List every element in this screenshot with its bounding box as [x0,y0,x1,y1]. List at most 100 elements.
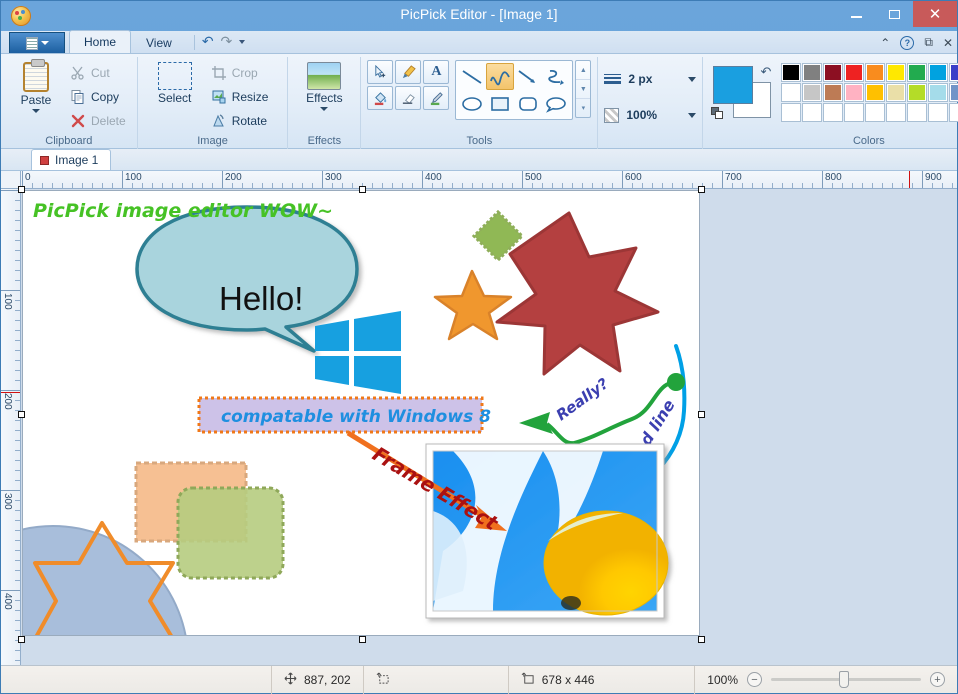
expand-gallery-icon[interactable]: ▾ [576,99,590,117]
color-swatch-r3-c7[interactable] [907,103,927,122]
scribble-arrow-shape[interactable] [542,63,570,90]
zoom-slider[interactable] [771,678,921,681]
color-swatch-r3-c8[interactable] [928,103,948,122]
opacity-control[interactable]: 100% [604,101,696,129]
arrow-shape[interactable] [514,63,542,90]
cut-button[interactable]: Cut [65,62,131,84]
color-picker-tool[interactable] [423,86,449,110]
minimize-ribbon-icon[interactable]: ⌃ [880,36,890,50]
zoom-slider-thumb[interactable] [839,671,849,688]
color-swatch-r2-c3[interactable] [823,83,843,102]
resize-handle-s[interactable] [359,636,366,643]
tab-home[interactable]: Home [69,30,131,53]
color-swatch-r2-c4[interactable] [844,83,864,102]
color-swatch-r2-c1[interactable] [781,83,801,102]
reset-colors-icon[interactable] [711,107,724,120]
color-swatch-r1-c8[interactable] [928,63,948,82]
color-swatch-r3-c3[interactable] [823,103,843,122]
color-swatch-r3-c4[interactable] [844,103,864,122]
restore-window-icon[interactable]: ⧉ [924,35,933,50]
document-tabstrip: Image 1 [1,149,957,171]
resize-handle-sw[interactable] [18,636,25,643]
redo-icon[interactable]: ↷ [221,33,233,50]
rotate-button[interactable]: Rotate [206,110,282,132]
zoom-out-button[interactable]: − [747,672,762,687]
fill-bucket-tool[interactable] [367,86,393,110]
chevron-down-icon[interactable] [688,77,696,82]
curve-shape[interactable] [486,63,514,90]
tab-view[interactable]: View [131,31,187,53]
color-swatch-r2-c6[interactable] [886,83,906,102]
color-swatch-r3-c2[interactable] [802,103,822,122]
chevron-down-icon[interactable] [32,109,40,113]
zoom-in-button[interactable]: + [930,672,945,687]
select-button[interactable]: Select [144,60,206,105]
minimize-button[interactable] [837,1,875,27]
file-menu-button[interactable] [9,32,65,53]
line-shape[interactable] [458,63,486,90]
chevron-down-icon[interactable] [688,113,696,118]
color-swatch-r2-c2[interactable] [802,83,822,102]
copy-button[interactable]: Copy [65,86,131,108]
resize-handle-w[interactable] [18,411,25,418]
window-title: PicPick Editor - [Image 1] [1,6,957,22]
color-swatch-r3-c5[interactable] [865,103,885,122]
document-tab-image1[interactable]: Image 1 [31,149,111,170]
color-swatch-r1-c4[interactable] [844,63,864,82]
maximize-button[interactable] [875,1,913,27]
delete-button[interactable]: Delete [65,110,131,132]
color-swatch-r1-c7[interactable] [907,63,927,82]
resize-handle-n[interactable] [359,186,366,193]
scroll-up-icon[interactable]: ▲ [576,61,590,80]
select-cursor-tool[interactable] [367,60,393,84]
effects-button[interactable]: Effects [294,60,354,111]
resize-handle-ne[interactable] [698,186,705,193]
color-swatch-r1-c9[interactable] [949,63,958,82]
close-document-icon[interactable]: ✕ [943,36,953,50]
close-button[interactable]: ✕ [913,1,957,27]
ruler-tick-minor [802,183,803,188]
rectangle-shape[interactable] [486,90,514,117]
color-swatch-r2-c5[interactable] [865,83,885,102]
scroll-down-icon[interactable]: ▼ [576,80,590,99]
resize-handle-nw[interactable] [18,186,25,193]
ellipse-shape[interactable] [458,90,486,117]
brush-tool[interactable] [395,60,421,84]
color-swatch-r2-c9[interactable] [949,83,958,102]
resize-handle-e[interactable] [698,411,705,418]
rounded-rectangle-shape[interactable] [514,90,542,117]
color-swatch-r1-c5[interactable] [865,63,885,82]
color-swatch-r1-c3[interactable] [823,63,843,82]
color-swatch-r1-c2[interactable] [802,63,822,82]
resize-handle-se[interactable] [698,636,705,643]
color-swatch-r3-c9[interactable] [949,103,958,122]
green-endpoint [667,373,685,391]
line-width-control[interactable]: 2 px [604,65,696,93]
eraser-tool[interactable] [395,86,421,110]
help-icon[interactable]: ? [900,36,914,50]
vertical-ruler[interactable]: 100200300400 [1,189,21,666]
color-swatch-r3-c1[interactable] [781,103,801,122]
foreground-color-swatch[interactable] [713,66,753,104]
chevron-down-icon[interactable] [239,40,245,44]
chevron-down-icon[interactable] [320,107,328,111]
swap-colors-icon[interactable]: ↶ [760,64,771,80]
divider [194,35,195,50]
paste-button[interactable]: Paste [7,60,65,113]
color-swatch-r1-c1[interactable] [781,63,801,82]
resize-button[interactable]: Resize [206,86,282,108]
ruler-tick-minor [282,183,283,188]
image-canvas[interactable]: Hello! [22,190,700,636]
color-selector[interactable]: ↶ [711,64,773,120]
crop-button[interactable]: Crop [206,62,282,84]
ruler-tick-minor [532,183,533,188]
color-swatch-r2-c7[interactable] [907,83,927,102]
shape-scroll-buttons[interactable]: ▲ ▼ ▾ [575,60,591,118]
color-swatch-r1-c6[interactable] [886,63,906,82]
text-tool[interactable]: A [423,60,449,84]
speech-bubble-shape[interactable] [542,90,570,117]
color-swatch-r2-c8[interactable] [928,83,948,102]
undo-icon[interactable]: ↶ [202,33,214,50]
horizontal-ruler[interactable]: 0100200300400500600700800900 [21,171,957,189]
color-swatch-r3-c6[interactable] [886,103,906,122]
